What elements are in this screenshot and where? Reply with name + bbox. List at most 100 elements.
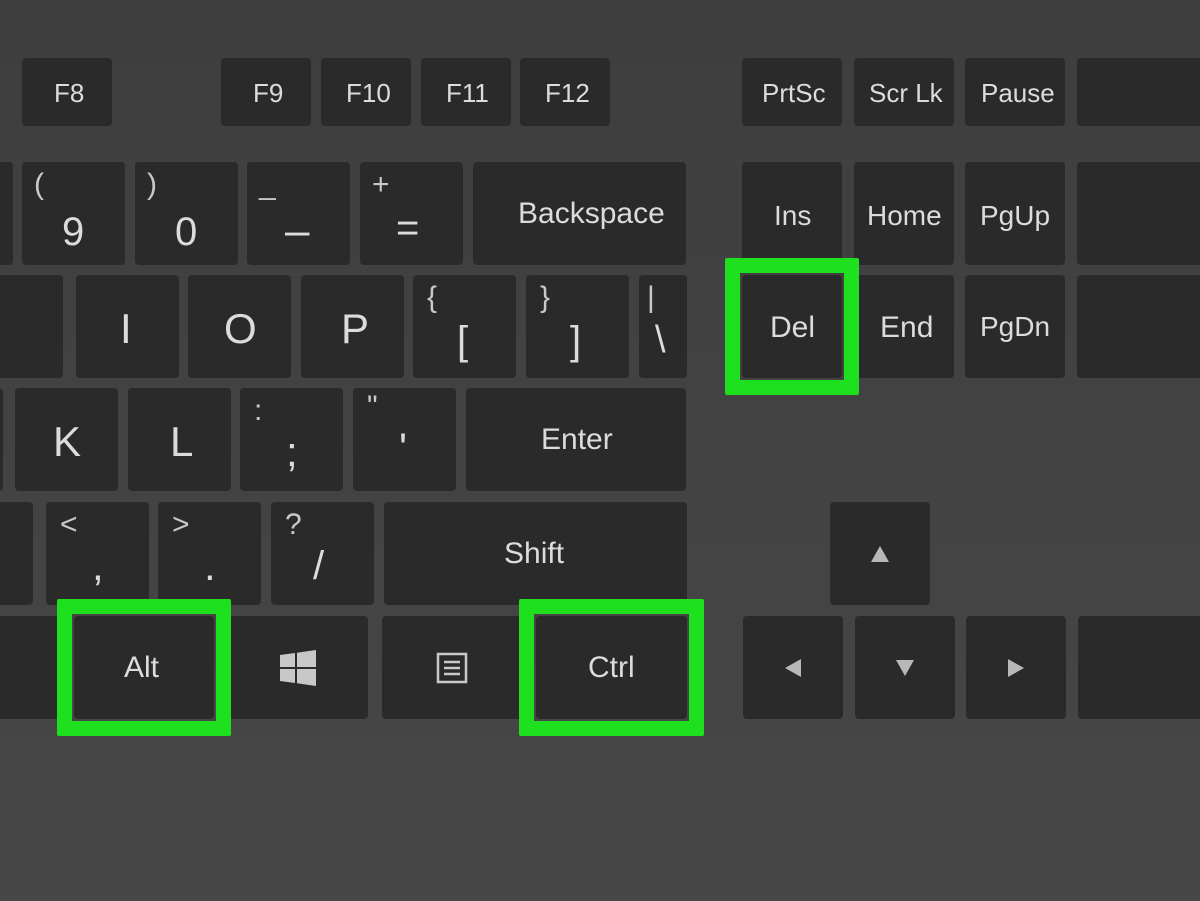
key-rbracket[interactable]: } ] bbox=[526, 275, 629, 378]
key-backslash[interactable]: | \ bbox=[639, 275, 687, 378]
key-home[interactable]: Home bbox=[854, 162, 954, 265]
key-label: O bbox=[224, 305, 257, 353]
highlight-ctrl bbox=[519, 599, 704, 736]
key-f11[interactable]: F11 bbox=[421, 58, 511, 126]
key-shift-label: | bbox=[647, 281, 655, 315]
key-slash[interactable]: ? / bbox=[271, 502, 374, 605]
key-shift-label: " bbox=[367, 390, 378, 424]
arrow-left-icon bbox=[781, 656, 805, 680]
key-u-partial[interactable] bbox=[0, 275, 63, 378]
key-o[interactable]: O bbox=[188, 275, 291, 378]
key-label: Backspace bbox=[518, 197, 665, 231]
key-label: I bbox=[120, 305, 132, 353]
key-backspace[interactable]: Backspace bbox=[473, 162, 686, 265]
key-shift-label: : bbox=[254, 394, 262, 428]
key-shift-label: _ bbox=[259, 168, 276, 202]
key-arrow-left[interactable] bbox=[743, 616, 843, 719]
key-label: , bbox=[92, 542, 104, 590]
key-0[interactable]: ) 0 bbox=[135, 162, 238, 265]
key-shift-label: + bbox=[372, 168, 390, 202]
key-m-partial[interactable] bbox=[0, 502, 33, 605]
key-label: ; bbox=[286, 428, 298, 476]
key-label: F9 bbox=[253, 78, 283, 109]
key-8-partial[interactable] bbox=[0, 162, 13, 265]
key-shift-label: < bbox=[60, 508, 78, 542]
key-label: PrtSc bbox=[762, 78, 826, 109]
key-pgdn[interactable]: PgDn bbox=[965, 275, 1065, 378]
key-label: = bbox=[396, 206, 419, 251]
key-comma[interactable]: < , bbox=[46, 502, 149, 605]
key-label: Enter bbox=[541, 423, 613, 457]
key-equals[interactable]: + = bbox=[360, 162, 463, 265]
key-shift-label: > bbox=[172, 508, 190, 542]
key-label: PgUp bbox=[980, 200, 1050, 232]
key-arrow-up[interactable] bbox=[830, 502, 930, 605]
key-f8[interactable]: F8 bbox=[22, 58, 112, 126]
key-minus[interactable]: _ – bbox=[247, 162, 350, 265]
key-label: Pause bbox=[981, 78, 1055, 109]
highlight-del bbox=[725, 258, 859, 395]
key-shift[interactable]: Shift bbox=[384, 502, 687, 605]
key-end[interactable]: End bbox=[854, 275, 954, 378]
key-arrow-down[interactable] bbox=[855, 616, 955, 719]
key-label: P bbox=[341, 305, 369, 353]
key-label: \ bbox=[655, 319, 666, 362]
key-f9[interactable]: F9 bbox=[221, 58, 311, 126]
key-k[interactable]: K bbox=[15, 388, 118, 491]
key-period[interactable]: > . bbox=[158, 502, 261, 605]
key-label: F11 bbox=[446, 78, 489, 109]
key-menu[interactable] bbox=[382, 616, 522, 719]
key-label: Scr Lk bbox=[869, 78, 943, 109]
windows-icon bbox=[280, 650, 316, 686]
key-f10[interactable]: F10 bbox=[321, 58, 411, 126]
key-shift-label: ) bbox=[147, 168, 157, 202]
key-arrow-right[interactable] bbox=[966, 616, 1066, 719]
key-l[interactable]: L bbox=[128, 388, 231, 491]
key-label: F10 bbox=[346, 78, 391, 109]
key-j-partial[interactable] bbox=[0, 388, 3, 491]
key-label: F8 bbox=[54, 78, 84, 109]
key-scrlk[interactable]: Scr Lk bbox=[854, 58, 954, 126]
key-semicolon[interactable]: : ; bbox=[240, 388, 343, 491]
highlight-alt bbox=[57, 599, 231, 736]
key-enter[interactable]: Enter bbox=[466, 388, 686, 491]
key-apostrophe[interactable]: " ' bbox=[353, 388, 456, 491]
key-label: ] bbox=[570, 319, 581, 364]
key-windows[interactable] bbox=[228, 616, 368, 719]
key-ins[interactable]: Ins bbox=[742, 162, 842, 265]
key-label: L bbox=[170, 418, 193, 466]
key-prtsc[interactable]: PrtSc bbox=[742, 58, 842, 126]
key-partial-right6[interactable] bbox=[1078, 616, 1200, 719]
key-shift-label: ( bbox=[34, 168, 44, 202]
key-label: F12 bbox=[545, 78, 590, 109]
key-pgup[interactable]: PgUp bbox=[965, 162, 1065, 265]
key-partial-right3[interactable] bbox=[1077, 275, 1200, 378]
key-shift-label: } bbox=[540, 281, 550, 315]
key-label: Home bbox=[867, 200, 942, 232]
key-label: PgDn bbox=[980, 311, 1050, 343]
key-9[interactable]: ( 9 bbox=[22, 162, 125, 265]
key-label: 9 bbox=[62, 210, 84, 255]
keyboard-section: F8 F9 F10 F11 F12 PrtSc Scr Lk Pause ( 9… bbox=[0, 0, 1200, 901]
key-label: . bbox=[204, 542, 216, 590]
key-i[interactable]: I bbox=[76, 275, 179, 378]
key-shift-label: { bbox=[427, 281, 437, 315]
key-pause[interactable]: Pause bbox=[965, 58, 1065, 126]
key-label: [ bbox=[457, 319, 468, 364]
key-spacebar-partial[interactable] bbox=[0, 616, 60, 719]
key-label: Shift bbox=[504, 537, 564, 571]
menu-icon bbox=[436, 652, 468, 684]
key-f12[interactable]: F12 bbox=[520, 58, 610, 126]
key-lbracket[interactable]: { [ bbox=[413, 275, 516, 378]
key-label: / bbox=[313, 544, 324, 589]
arrow-down-icon bbox=[893, 656, 917, 680]
key-p[interactable]: P bbox=[301, 275, 404, 378]
arrow-right-icon bbox=[1004, 656, 1028, 680]
key-shift-label: ? bbox=[285, 508, 302, 542]
key-label: K bbox=[53, 418, 81, 466]
key-partial-right[interactable] bbox=[1077, 58, 1200, 126]
arrow-up-icon bbox=[868, 542, 892, 566]
key-partial-right2[interactable] bbox=[1077, 162, 1200, 265]
key-label: – bbox=[285, 206, 309, 256]
key-label: 0 bbox=[175, 210, 197, 255]
